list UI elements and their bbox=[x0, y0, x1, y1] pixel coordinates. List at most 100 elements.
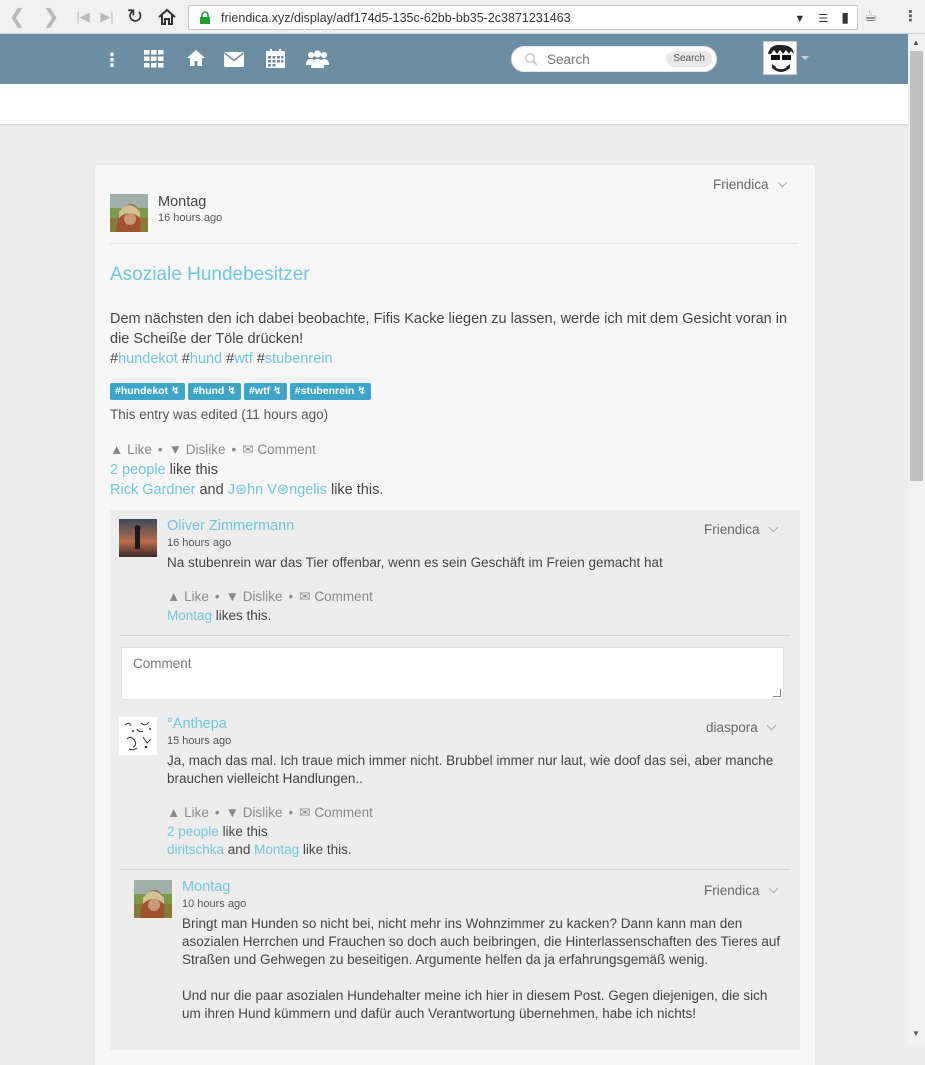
post-likers: Rick Gardner and J⊛hn V⊛ngelis like this… bbox=[110, 480, 383, 500]
comment-author[interactable]: °Anthepa bbox=[167, 716, 227, 732]
comment-label: Comment bbox=[314, 805, 373, 820]
scroll-down-icon[interactable]: ▼ bbox=[912, 1029, 920, 1038]
comment-button[interactable]: ✉ Comment bbox=[299, 805, 373, 820]
dislike-label: Dislike bbox=[242, 805, 283, 820]
comment-network[interactable]: diaspora bbox=[706, 720, 777, 735]
comment-text-line: asozialen Herrchen und Frauchen so doch … bbox=[182, 934, 781, 949]
calendar-icon[interactable] bbox=[266, 49, 285, 73]
thumbs-down-icon: ▼ bbox=[168, 442, 183, 457]
comment-author[interactable]: Oliver Zimmermann bbox=[167, 518, 294, 534]
scroll-up-icon[interactable]: ▲ bbox=[912, 38, 920, 47]
liker-link[interactable]: diritschka bbox=[167, 842, 224, 857]
contacts-icon[interactable] bbox=[306, 50, 329, 73]
user-menu-caret-icon[interactable] bbox=[801, 56, 809, 60]
liker-link[interactable]: Montag bbox=[167, 608, 212, 623]
comment-icon: ✉ bbox=[242, 442, 254, 457]
like-button[interactable]: ▲ Like bbox=[110, 442, 152, 457]
back-icon[interactable]: ❮ bbox=[6, 5, 28, 29]
comment-text-line: Bringt man Hunden so nicht bei, nicht me… bbox=[182, 916, 743, 931]
like-button[interactable]: ▲ Like bbox=[167, 589, 209, 604]
likes-end: like this. bbox=[302, 842, 352, 857]
bolt-icon: ↯ bbox=[272, 385, 282, 397]
likes-count-link[interactable]: 2 people bbox=[110, 462, 166, 478]
post-header-divider bbox=[110, 243, 798, 244]
tag-chip[interactable]: #hundekot ↯ bbox=[110, 383, 185, 400]
dislike-button[interactable]: ▼ Dislike bbox=[169, 442, 226, 457]
search-button[interactable]: Search bbox=[666, 51, 712, 67]
tag-chip-label: #wtf bbox=[249, 385, 271, 397]
tag-chip[interactable]: #stubenrein ↯ bbox=[289, 383, 372, 400]
home-icon[interactable] bbox=[156, 5, 178, 29]
comment-time[interactable]: 10 hours ago bbox=[182, 898, 246, 910]
reader-icon[interactable]: ☰ bbox=[818, 12, 828, 25]
comment-network-label: diaspora bbox=[706, 720, 758, 735]
like-button[interactable]: ▲ Like bbox=[167, 805, 209, 820]
comment-divider bbox=[119, 635, 790, 636]
post-network[interactable]: Friendica bbox=[713, 177, 787, 192]
first-page-icon[interactable]: |◀ bbox=[72, 5, 94, 29]
post-author[interactable]: Montag bbox=[158, 194, 206, 210]
dislike-button[interactable]: ▼ Dislike bbox=[226, 589, 283, 604]
reload-icon[interactable]: ↻ bbox=[124, 5, 146, 29]
hashtag-link[interactable]: hund bbox=[190, 351, 222, 367]
bookmark-icon[interactable]: ▮ bbox=[841, 9, 849, 26]
comment-button[interactable]: ✉ Comment bbox=[242, 442, 316, 457]
search-input[interactable] bbox=[547, 52, 657, 67]
address-bar[interactable]: friendica.xyz/display/adf174d5-135c-62bb… bbox=[188, 5, 858, 30]
comment-network[interactable]: Friendica bbox=[704, 883, 778, 898]
dislike-label: Dislike bbox=[185, 442, 226, 457]
user-avatar[interactable] bbox=[763, 41, 797, 75]
menu-icon[interactable]: ⋮ bbox=[903, 7, 918, 25]
hashtag-link[interactable]: wtf bbox=[234, 351, 253, 367]
comment-author-avatar[interactable] bbox=[119, 717, 157, 755]
comment-textarea[interactable]: Comment bbox=[121, 647, 784, 700]
forward-icon[interactable]: ❯ bbox=[40, 5, 62, 29]
hashtag-link[interactable]: stubenrein bbox=[265, 351, 333, 367]
comment-placeholder: Comment bbox=[133, 656, 192, 671]
last-page-icon[interactable]: ▶| bbox=[96, 5, 118, 29]
tag-chips: #hundekot ↯ #hund ↯ #wtf ↯ #stubenrein ↯ bbox=[110, 381, 374, 400]
comment-text-line1: Ja, mach das mal. Ich traue mich immer n… bbox=[167, 753, 774, 768]
liker-link[interactable]: Rick Gardner bbox=[110, 482, 195, 498]
thumbs-down-icon: ▼ bbox=[225, 589, 240, 604]
messages-icon[interactable] bbox=[224, 52, 244, 72]
dropdown-icon[interactable]: ▼ bbox=[794, 13, 805, 25]
page-scrollbar[interactable]: ▲ ▼ bbox=[908, 34, 925, 1044]
comment-network[interactable]: Friendica bbox=[704, 522, 778, 537]
comment-time[interactable]: 15 hours ago bbox=[167, 735, 231, 747]
post-title[interactable]: Asoziale Hundebesitzer bbox=[110, 264, 310, 286]
tag-chip[interactable]: #hund ↯ bbox=[187, 383, 242, 400]
comment-author-avatar[interactable] bbox=[119, 519, 157, 557]
more-menu-icon[interactable]: ⋮ bbox=[103, 50, 121, 71]
and-text: and bbox=[227, 842, 251, 857]
likes-count-link[interactable]: 2 people bbox=[167, 824, 219, 839]
post-hashtags: #hundekot #hund #wtf #stubenrein bbox=[110, 351, 333, 367]
liker-link[interactable]: J⊛hn V⊛ngelis bbox=[228, 482, 327, 498]
likes-suffix: like this bbox=[222, 824, 268, 839]
post-body-line2: die Scheiße der Töle drücken! bbox=[110, 331, 304, 347]
tag-chip-label: #stubenrein bbox=[294, 385, 355, 397]
comment-author[interactable]: Montag bbox=[182, 879, 230, 895]
comment-button[interactable]: ✉ Comment bbox=[299, 589, 373, 604]
comment-author-avatar[interactable] bbox=[134, 880, 172, 918]
comment-actions: ▲ Like • ▼ Dislike • ✉ Comment bbox=[167, 805, 373, 820]
search-icon bbox=[524, 52, 538, 71]
tag-chip[interactable]: #wtf ↯ bbox=[244, 383, 287, 400]
scroll-thumb[interactable] bbox=[910, 51, 923, 481]
thumbs-up-icon: ▲ bbox=[167, 805, 181, 820]
bolt-icon: ↯ bbox=[227, 385, 237, 397]
comment-text: Na stubenrein war das Tier offenbar, wen… bbox=[167, 555, 663, 570]
resize-handle-icon[interactable] bbox=[773, 689, 781, 697]
post-body-line1: Dem nächsten den ich dabei beobachte, Fi… bbox=[110, 311, 788, 327]
hashtag-link[interactable]: hundekot bbox=[118, 351, 178, 367]
home-nav-icon[interactable] bbox=[186, 49, 206, 72]
comment-time[interactable]: 16 hours ago bbox=[167, 537, 231, 549]
apps-grid-icon[interactable] bbox=[144, 50, 164, 73]
extension-icon[interactable]: ☕ bbox=[864, 7, 877, 25]
chevron-down-icon bbox=[768, 522, 778, 533]
post-author-avatar[interactable] bbox=[110, 194, 148, 232]
liker-link[interactable]: Montag bbox=[254, 842, 299, 857]
dislike-button[interactable]: ▼ Dislike bbox=[226, 805, 283, 820]
post-time[interactable]: 16 hours ago bbox=[158, 212, 222, 224]
likes-end: like this. bbox=[330, 482, 384, 498]
